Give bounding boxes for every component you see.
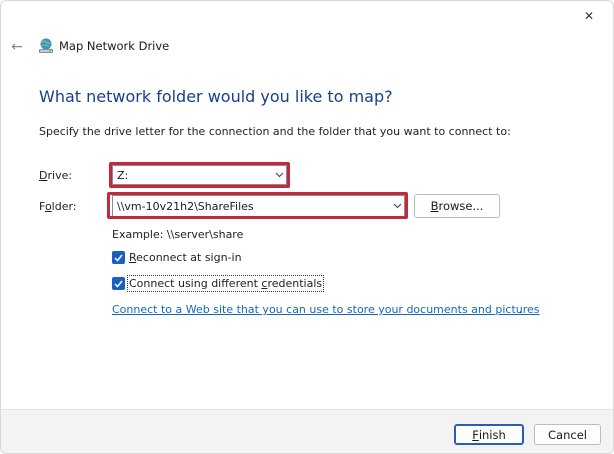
folder-path-value: \\vm-10v21h2\ShareFiles [117,199,254,213]
link-period: . [519,303,523,316]
checkmark-icon [114,254,123,262]
map-network-drive-dialog: ✕ ← Map Network Drive What network folde… [0,0,614,454]
back-button[interactable]: ← [7,37,27,57]
checkmark-icon [114,280,123,288]
close-icon: ✕ [583,9,595,23]
reconnect-row[interactable]: Reconnect at sign-in [112,251,242,264]
instruction-text: Specify the drive letter for the connect… [39,125,511,138]
credentials-label: Connect using different credentials [126,275,325,292]
web-site-link[interactable]: Connect to a Web site that you can use t… [112,303,540,316]
dialog-footer: Finish Cancel [1,409,613,453]
dialog-header: ← Map Network Drive [1,31,613,61]
chevron-down-icon [390,196,404,216]
page-heading: What network folder would you like to ma… [39,87,393,106]
window-title: Map Network Drive [59,39,170,53]
close-button[interactable]: ✕ [575,5,603,27]
browse-button[interactable]: Browse... [414,194,500,218]
drive-letter-value: Z: [117,168,129,182]
chevron-down-icon [272,166,286,184]
network-drive-icon [39,38,53,53]
credentials-row[interactable]: Connect using different credentials [112,275,325,292]
folder-path-combobox[interactable]: \\vm-10v21h2\ShareFiles [112,195,405,217]
folder-label: Folder: [39,200,77,213]
cancel-button[interactable]: Cancel [534,424,601,445]
drive-label: Drive: [39,169,73,182]
back-arrow-icon: ← [11,39,23,55]
reconnect-label: Reconnect at sign-in [129,251,242,264]
credentials-checkbox[interactable] [112,277,125,290]
example-path-text: Example: \\server\share [112,228,244,241]
reconnect-checkbox[interactable] [112,251,125,264]
finish-button[interactable]: Finish [454,424,524,445]
drive-letter-select[interactable]: Z: [112,165,287,185]
